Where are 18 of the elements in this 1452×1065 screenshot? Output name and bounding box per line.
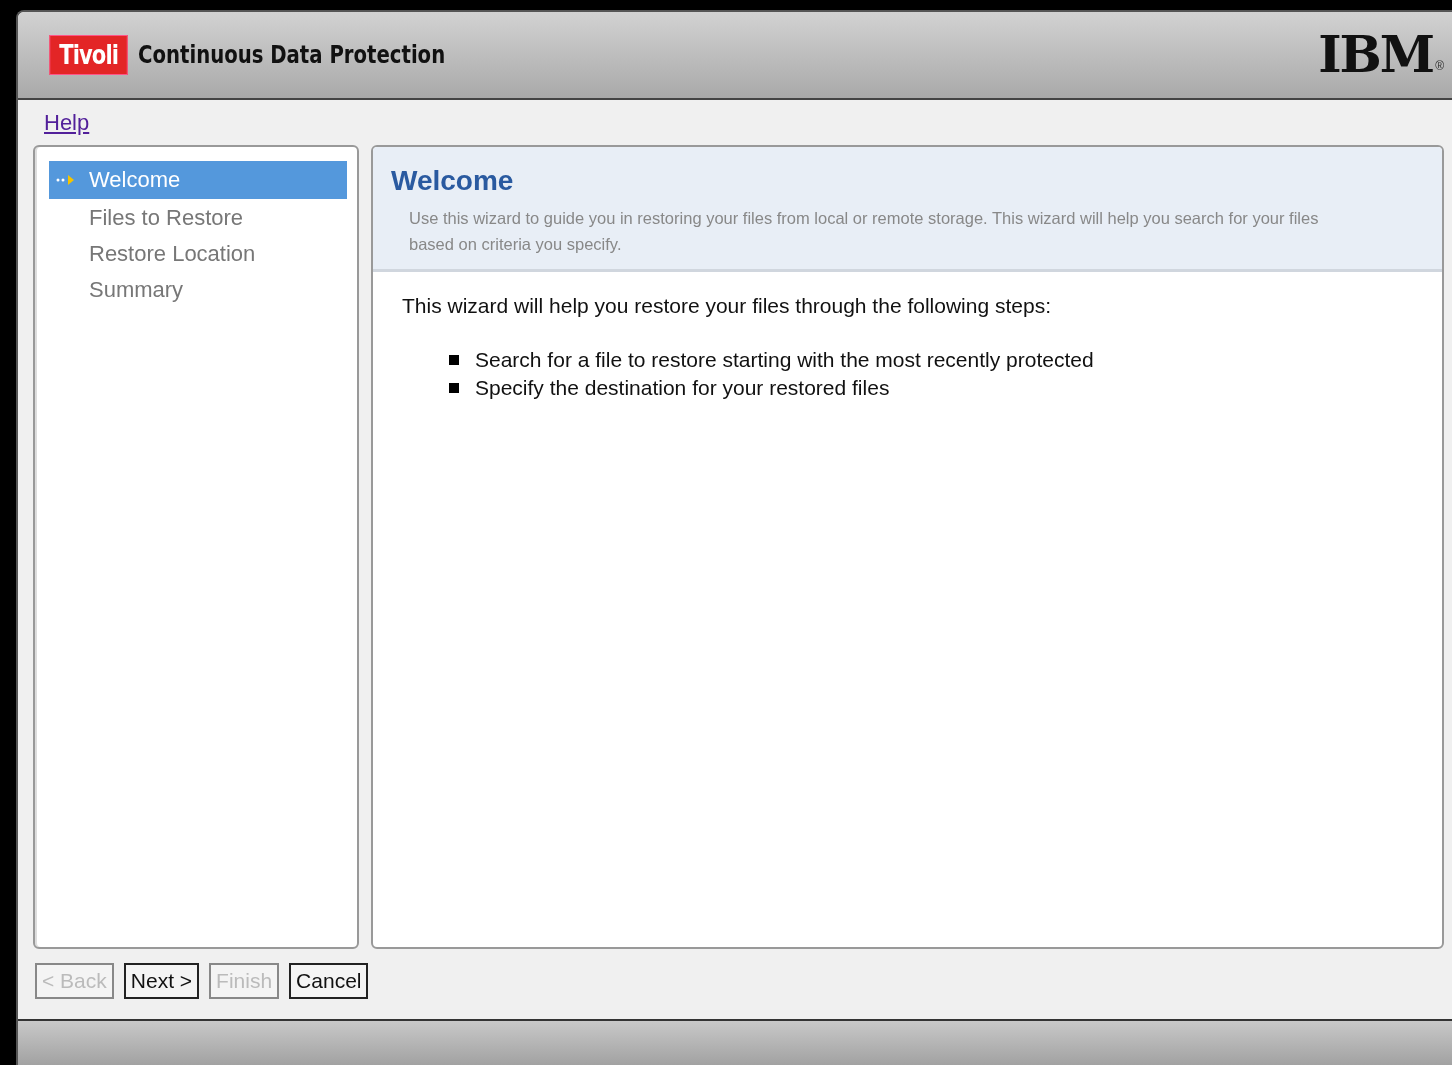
bullet-icon bbox=[449, 383, 459, 393]
intro-text: This wizard will help you restore your files through the following steps: bbox=[402, 294, 1052, 318]
step-item[interactable]: Restore Location bbox=[49, 236, 347, 272]
bullet-text: Search for a file to restore starting with the most recently protected bbox=[475, 348, 1094, 372]
page-title: Welcome bbox=[391, 165, 515, 197]
page-description: Use this wizard to guide you in restoring your files from local or remote storage. This wizard will help you search for your files based on criteria you specify. bbox=[408, 208, 1320, 255]
step-item[interactable]: Welcome bbox=[49, 161, 347, 199]
bullet-text: Specify the destination for your restored files bbox=[475, 376, 890, 400]
bullet-icon bbox=[449, 355, 459, 365]
step-item[interactable]: Files to Restore bbox=[49, 200, 347, 236]
app-title: Continuous Data Protection bbox=[138, 41, 446, 69]
step-item[interactable]: Summary bbox=[49, 272, 347, 308]
registered-mark: ® bbox=[1435, 59, 1444, 73]
wizard-button[interactable]: Next > bbox=[123, 963, 200, 999]
brand-logo: Tivoli bbox=[49, 35, 128, 75]
help-link[interactable]: Help bbox=[44, 109, 90, 136]
wizard-button[interactable]: Cancel bbox=[289, 963, 369, 999]
company-logo: IBM bbox=[1318, 30, 1434, 80]
